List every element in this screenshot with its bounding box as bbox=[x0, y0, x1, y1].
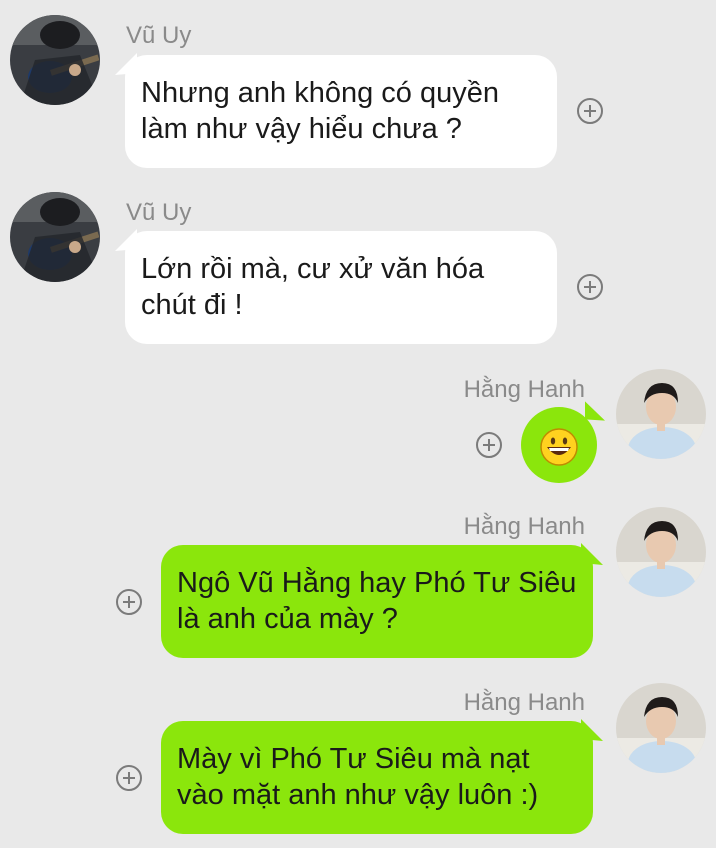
message-text: chút đi ! bbox=[141, 289, 243, 321]
message-text: Mày vì Phó Tư Siêu mà nạt bbox=[177, 743, 530, 775]
message-text: làm như vậy hiểu chưa ? bbox=[141, 113, 462, 145]
message-bubble[interactable]: Ngô Vũ Hằng hay Phó Tư Siêu là anh của m… bbox=[161, 542, 603, 658]
message-text: Lớn rồi mà, cư xử văn hóa bbox=[141, 253, 485, 285]
message-bubble[interactable]: Lớn rồi mà, cư xử văn hóa chút đi ! bbox=[115, 228, 557, 344]
avatar-hang-hanh[interactable] bbox=[616, 683, 706, 773]
sender-name: Vũ Uy bbox=[126, 199, 192, 226]
avatar-hang-hanh[interactable] bbox=[616, 369, 706, 459]
plus-circle-icon[interactable] bbox=[476, 432, 502, 458]
message-bubble[interactable]: Mày vì Phó Tư Siêu mà nạt vào mặt anh nh… bbox=[161, 718, 603, 834]
plus-circle-icon[interactable] bbox=[577, 274, 603, 300]
avatar-vu-uy[interactable] bbox=[10, 15, 100, 105]
sticker-bubble[interactable] bbox=[521, 401, 605, 483]
message-bubble[interactable]: Nhưng anh không có quyền làm như vậy hiể… bbox=[115, 52, 557, 168]
message-text: Ngô Vũ Hằng hay Phó Tư Siêu bbox=[177, 567, 577, 599]
sender-name: Hằng Hanh bbox=[463, 513, 585, 540]
sender-name: Hằng Hanh bbox=[463, 689, 585, 716]
plus-circle-icon[interactable] bbox=[577, 98, 603, 124]
sender-name: Hằng Hanh bbox=[463, 376, 585, 403]
message-text: là anh của mày ? bbox=[177, 603, 398, 635]
avatar-vu-uy[interactable] bbox=[10, 192, 100, 282]
plus-circle-icon[interactable] bbox=[116, 765, 142, 791]
grinning-face-emoji bbox=[540, 428, 578, 466]
avatar-hang-hanh[interactable] bbox=[616, 507, 706, 597]
plus-circle-icon[interactable] bbox=[116, 589, 142, 615]
sender-name: Vũ Uy bbox=[126, 22, 192, 49]
message-text: vào mặt anh như vậy luôn :) bbox=[177, 779, 539, 811]
message-text: Nhưng anh không có quyền bbox=[141, 77, 500, 109]
